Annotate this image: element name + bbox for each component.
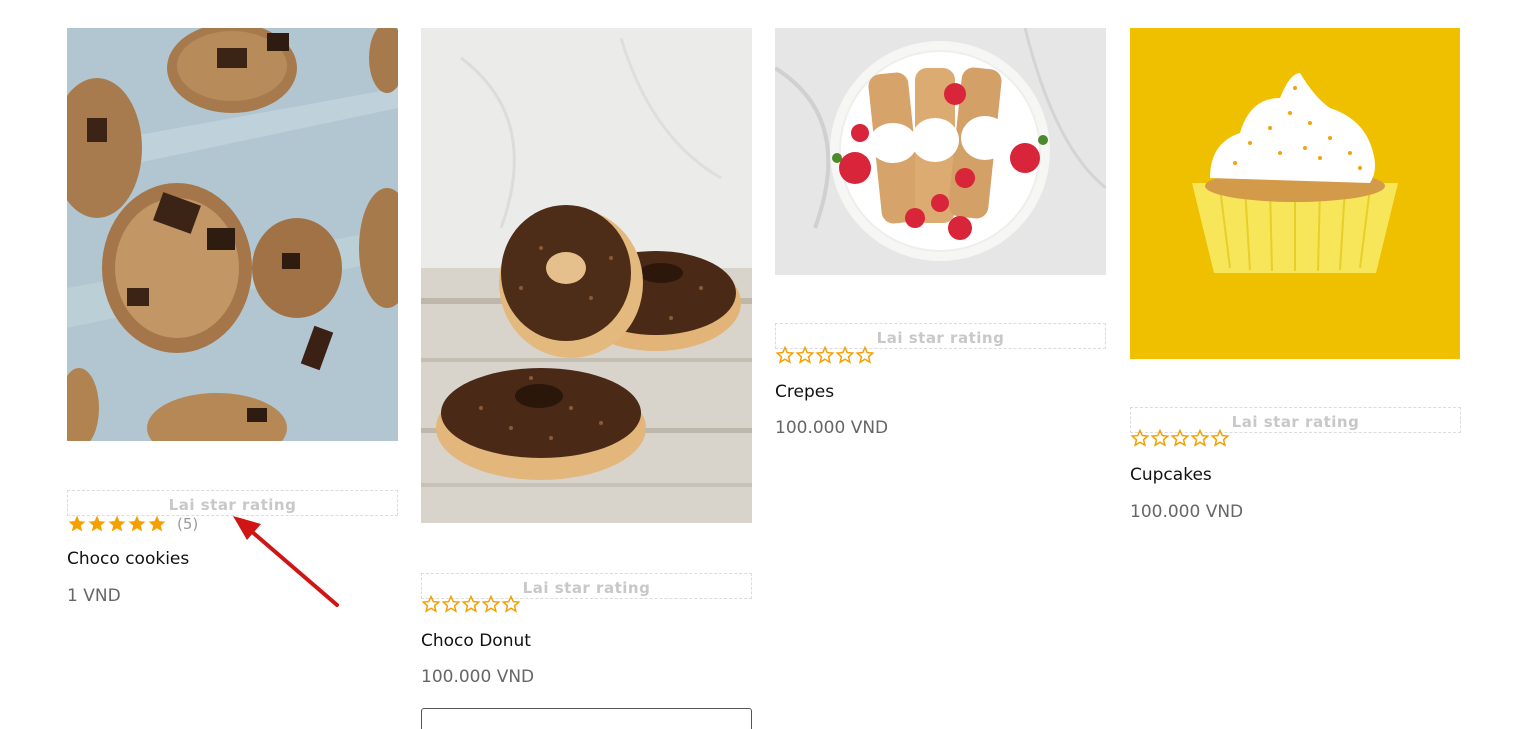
- product-image[interactable]: [1130, 28, 1460, 359]
- star-empty-icon[interactable]: [1130, 428, 1150, 448]
- product-price: 100.000 VND: [421, 667, 535, 687]
- product-title[interactable]: Choco Donut: [421, 631, 531, 651]
- product-title[interactable]: Choco cookies: [67, 549, 189, 569]
- star-empty-icon[interactable]: [1150, 428, 1170, 448]
- star-filled-icon[interactable]: [127, 514, 147, 534]
- star-empty-icon[interactable]: [815, 345, 835, 365]
- star-empty-icon[interactable]: [775, 345, 795, 365]
- product-card: Lai star rating Choco Donut 100.000 VND: [421, 28, 752, 729]
- product-image[interactable]: [67, 28, 398, 441]
- star-empty-icon[interactable]: [855, 345, 875, 365]
- star-filled-icon[interactable]: [107, 514, 127, 534]
- annotation-arrow-icon: [233, 516, 339, 607]
- star-empty-icon[interactable]: [441, 594, 461, 614]
- star-rating[interactable]: [1130, 428, 1230, 448]
- product-price: 100.000 VND: [775, 418, 889, 438]
- star-filled-icon[interactable]: [67, 514, 87, 534]
- star-filled-icon[interactable]: [87, 514, 107, 534]
- product-price: 100.000 VND: [1130, 502, 1244, 522]
- add-to-cart-button[interactable]: [421, 708, 752, 729]
- star-empty-icon[interactable]: [1170, 428, 1190, 448]
- product-image[interactable]: [421, 28, 752, 523]
- star-rating[interactable]: (5): [67, 514, 198, 534]
- rating-count: (5): [177, 515, 199, 533]
- star-empty-icon[interactable]: [795, 345, 815, 365]
- star-empty-icon[interactable]: [481, 594, 501, 614]
- star-rating[interactable]: [421, 594, 521, 614]
- product-card: Lai star rating Cupcakes 100.000 VND: [1130, 28, 1461, 528]
- product-price: 1 VND: [67, 586, 121, 606]
- star-empty-icon[interactable]: [835, 345, 855, 365]
- star-rating[interactable]: [775, 345, 875, 365]
- star-empty-icon[interactable]: [501, 594, 521, 614]
- star-empty-icon[interactable]: [1210, 428, 1230, 448]
- star-empty-icon[interactable]: [1190, 428, 1210, 448]
- star-filled-icon[interactable]: [147, 514, 167, 534]
- star-empty-icon[interactable]: [461, 594, 481, 614]
- star-empty-icon[interactable]: [421, 594, 441, 614]
- product-title[interactable]: Crepes: [775, 382, 834, 402]
- product-card: Lai star rating Crepes 100.000 VND: [775, 28, 1106, 448]
- product-image[interactable]: [775, 28, 1106, 275]
- product-title[interactable]: Cupcakes: [1130, 465, 1212, 485]
